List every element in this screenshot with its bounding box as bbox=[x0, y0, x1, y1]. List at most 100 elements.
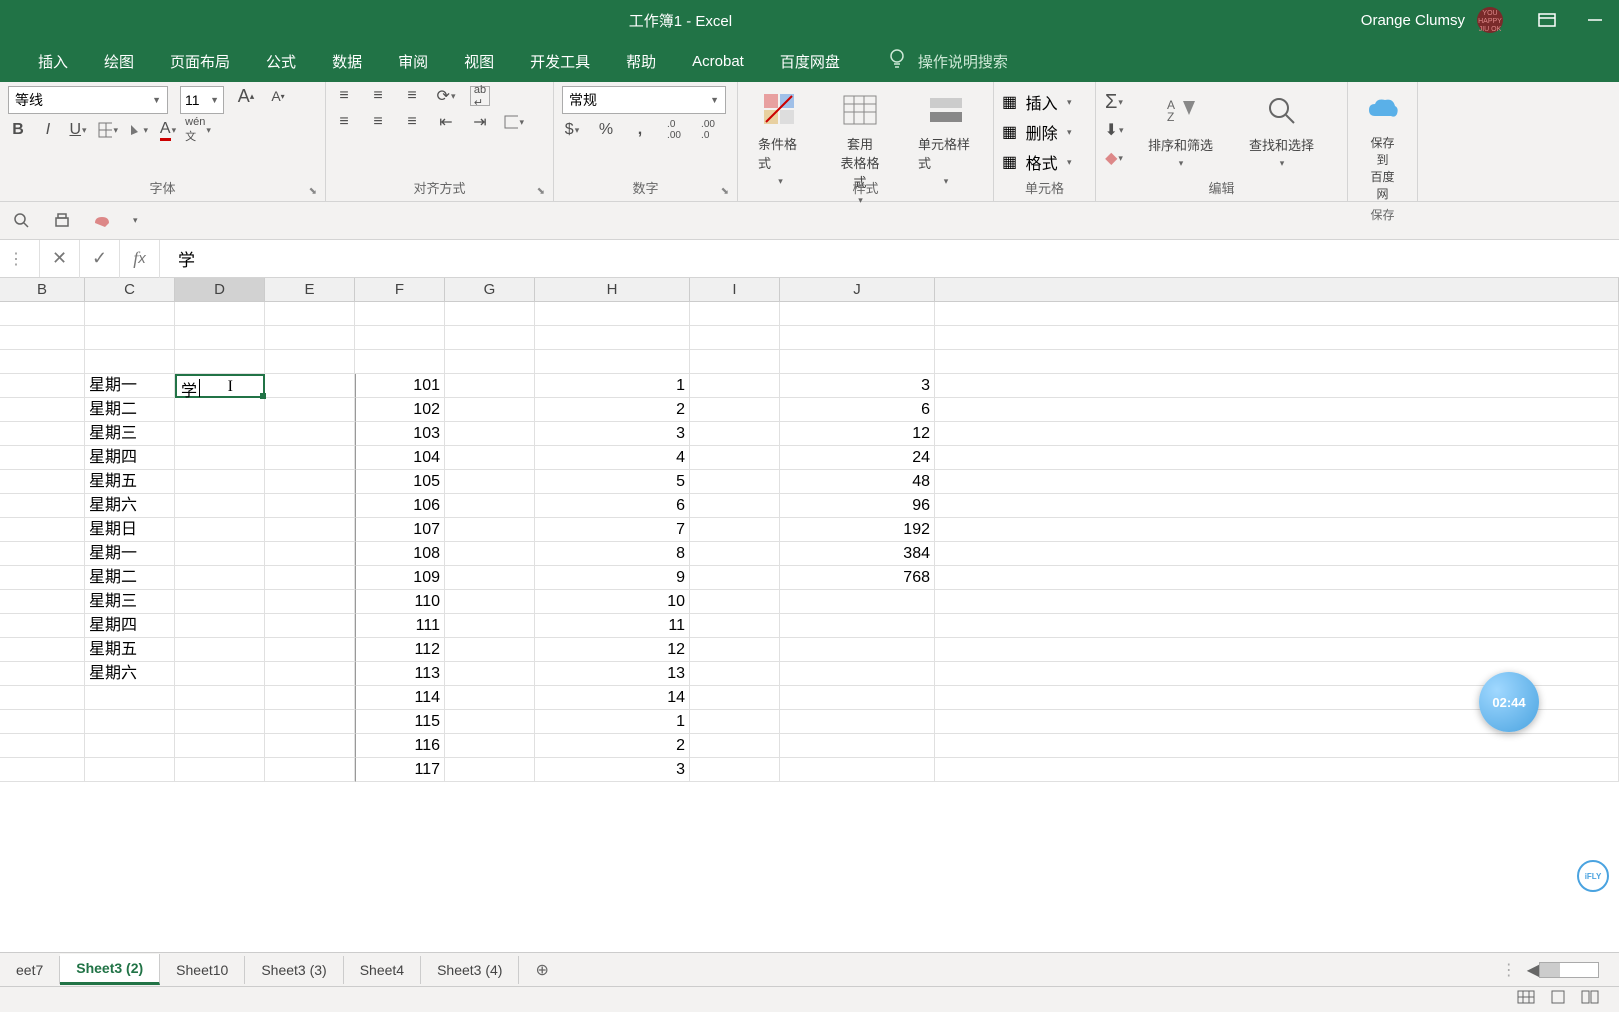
cell[interactable] bbox=[690, 350, 780, 374]
cell[interactable] bbox=[265, 374, 355, 398]
merge-cells-icon[interactable]: ▾ bbox=[504, 112, 524, 132]
cell[interactable] bbox=[935, 350, 1619, 374]
cell[interactable] bbox=[445, 614, 535, 638]
cell[interactable]: 3 bbox=[535, 758, 690, 782]
cell[interactable]: 9 bbox=[535, 566, 690, 590]
cell[interactable]: 106 bbox=[355, 494, 445, 518]
cell[interactable]: 112 bbox=[355, 638, 445, 662]
cell[interactable]: 107 bbox=[355, 518, 445, 542]
cell[interactable] bbox=[85, 734, 175, 758]
cell[interactable]: 6 bbox=[780, 398, 935, 422]
tab-data[interactable]: 数据 bbox=[314, 41, 380, 82]
col-header-B[interactable]: B bbox=[0, 278, 85, 301]
cell[interactable]: 1 bbox=[535, 374, 690, 398]
cell[interactable]: 星期三 bbox=[85, 590, 175, 614]
cell[interactable] bbox=[445, 350, 535, 374]
increase-indent-icon[interactable]: ⇥ bbox=[470, 112, 490, 132]
tab-acrobat[interactable]: Acrobat bbox=[674, 43, 762, 80]
cell[interactable] bbox=[265, 614, 355, 638]
cell[interactable]: 192 bbox=[780, 518, 935, 542]
sort-filter-button[interactable]: AZ 排序和筛选▾ bbox=[1136, 87, 1225, 173]
cell[interactable] bbox=[0, 350, 85, 374]
cell[interactable] bbox=[355, 326, 445, 350]
cell[interactable] bbox=[85, 350, 175, 374]
cell[interactable] bbox=[85, 686, 175, 710]
cell[interactable] bbox=[535, 302, 690, 326]
formula-input[interactable]: 学 bbox=[160, 246, 1619, 271]
cell[interactable]: 星期二 bbox=[85, 398, 175, 422]
view-page-break-icon[interactable] bbox=[1581, 990, 1599, 1009]
cell[interactable] bbox=[445, 590, 535, 614]
cell[interactable] bbox=[265, 662, 355, 686]
cell[interactable] bbox=[935, 614, 1619, 638]
cell[interactable] bbox=[445, 710, 535, 734]
cell[interactable] bbox=[265, 710, 355, 734]
cell[interactable]: 103 bbox=[355, 422, 445, 446]
autosum-icon[interactable]: Σ▾ bbox=[1104, 92, 1124, 112]
cell[interactable]: 3 bbox=[780, 374, 935, 398]
fill-color-button[interactable]: ▾ bbox=[128, 120, 148, 140]
cell[interactable] bbox=[780, 614, 935, 638]
cell[interactable] bbox=[0, 638, 85, 662]
add-sheet-button[interactable]: ⊕ bbox=[519, 960, 564, 980]
enter-button[interactable]: ✓ bbox=[80, 240, 120, 278]
cell[interactable] bbox=[445, 734, 535, 758]
insert-cells-button[interactable]: ▦ 插入 ▾ bbox=[1002, 90, 1087, 114]
cell[interactable] bbox=[690, 398, 780, 422]
cell[interactable] bbox=[935, 590, 1619, 614]
font-name-combo[interactable]: 等线▼ bbox=[8, 86, 168, 114]
cell[interactable]: 星期四 bbox=[85, 614, 175, 638]
cell[interactable] bbox=[690, 302, 780, 326]
cell[interactable] bbox=[0, 662, 85, 686]
cell[interactable] bbox=[935, 326, 1619, 350]
avatar[interactable]: YOU HAPPY JIU OK bbox=[1477, 7, 1503, 33]
cell[interactable]: 116 bbox=[355, 734, 445, 758]
cell[interactable] bbox=[265, 686, 355, 710]
qat-customize-icon[interactable]: ▾ bbox=[133, 215, 138, 226]
cell[interactable] bbox=[0, 302, 85, 326]
cell[interactable] bbox=[265, 422, 355, 446]
cell[interactable] bbox=[445, 542, 535, 566]
format-cells-button[interactable]: ▦ 格式 ▾ bbox=[1002, 150, 1087, 174]
wrap-text-icon[interactable]: ab↵ bbox=[470, 86, 490, 106]
ifly-badge[interactable]: iFLY bbox=[1577, 860, 1609, 892]
cell[interactable]: 星期二 bbox=[85, 566, 175, 590]
cell[interactable]: 114 bbox=[355, 686, 445, 710]
comma-format-icon[interactable]: , bbox=[630, 120, 650, 140]
cell[interactable] bbox=[355, 350, 445, 374]
cell[interactable]: 14 bbox=[535, 686, 690, 710]
cell[interactable] bbox=[780, 686, 935, 710]
orientation-icon[interactable]: ⟳▾ bbox=[436, 86, 456, 106]
tab-help[interactable]: 帮助 bbox=[608, 41, 674, 82]
user-name[interactable]: Orange Clumsy bbox=[1361, 12, 1465, 29]
cell[interactable] bbox=[445, 422, 535, 446]
cell[interactable] bbox=[445, 686, 535, 710]
cell[interactable] bbox=[935, 518, 1619, 542]
col-header-J[interactable]: J bbox=[780, 278, 935, 301]
cell[interactable] bbox=[535, 350, 690, 374]
cell[interactable] bbox=[445, 326, 535, 350]
cell[interactable] bbox=[690, 614, 780, 638]
cell[interactable] bbox=[265, 758, 355, 782]
cell[interactable] bbox=[780, 590, 935, 614]
cell[interactable] bbox=[175, 302, 265, 326]
cell[interactable] bbox=[935, 566, 1619, 590]
cell[interactable] bbox=[780, 758, 935, 782]
cell[interactable]: 2 bbox=[535, 734, 690, 758]
cell[interactable] bbox=[690, 374, 780, 398]
cell[interactable]: 星期六 bbox=[85, 494, 175, 518]
cell[interactable] bbox=[0, 374, 85, 398]
cell[interactable] bbox=[690, 662, 780, 686]
cell[interactable]: 96 bbox=[780, 494, 935, 518]
tell-me-search[interactable]: 操作说明搜索 bbox=[888, 48, 1008, 74]
cell[interactable]: 111 bbox=[355, 614, 445, 638]
cell[interactable] bbox=[175, 326, 265, 350]
align-center-icon[interactable]: ≡ bbox=[368, 112, 388, 132]
cell[interactable] bbox=[265, 398, 355, 422]
insert-function-button[interactable]: fx bbox=[120, 240, 160, 278]
cell[interactable] bbox=[175, 614, 265, 638]
cell[interactable]: 星期四 bbox=[85, 446, 175, 470]
name-box-handle[interactable]: ⋮ bbox=[0, 249, 32, 269]
cell[interactable]: 13 bbox=[535, 662, 690, 686]
cell[interactable] bbox=[935, 758, 1619, 782]
